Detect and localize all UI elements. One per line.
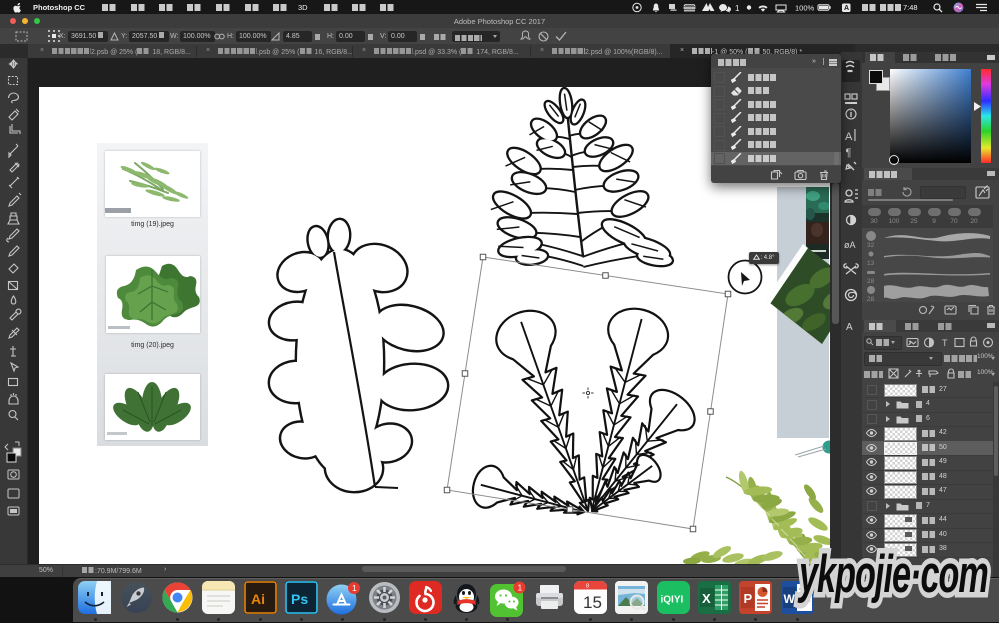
svg-text:1: 1	[518, 583, 523, 593]
svg-text:32: 32	[867, 242, 875, 249]
svg-text:1: 1	[352, 583, 357, 593]
svg-text:P: P	[744, 591, 753, 606]
svg-text:øA: øA	[844, 240, 856, 250]
svg-text:100%: 100%	[795, 4, 815, 13]
svg-text:iQIYI: iQIYI	[661, 595, 684, 606]
svg-text:A: A	[844, 5, 849, 12]
svg-text:1: 1	[735, 4, 740, 13]
svg-text:15: 15	[583, 593, 602, 612]
svg-text:28: 28	[867, 278, 875, 285]
svg-text:A: A	[846, 322, 853, 333]
svg-text:28: 28	[867, 296, 875, 302]
svg-text:Ai: Ai	[251, 591, 265, 607]
svg-text:X: X	[702, 591, 711, 606]
svg-text:T: T	[942, 338, 948, 348]
svg-text:13: 13	[867, 260, 875, 267]
svg-text:Ps: Ps	[291, 591, 308, 607]
svg-text:8: 8	[586, 584, 589, 590]
svg-text:A: A	[845, 131, 853, 143]
svg-text:¶: ¶	[846, 147, 852, 159]
